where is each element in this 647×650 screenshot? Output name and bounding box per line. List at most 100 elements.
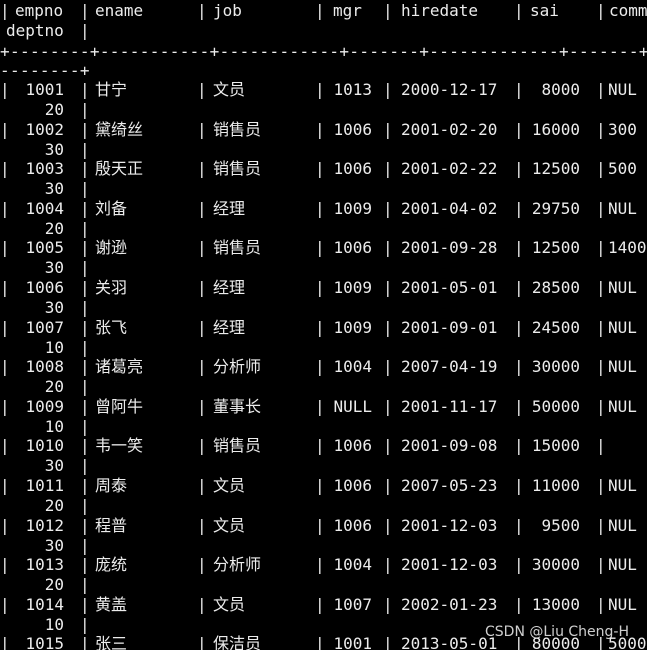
cell-comm: NUL [608,476,637,495]
cell-empno: 1014 [25,595,64,614]
cell-mgr: 1006 [333,476,372,495]
column-separator: | [197,238,207,257]
cell-empno: 1004 [25,199,64,218]
cell-hiredate: 2001-11-17 [401,397,498,416]
terminal-window: | empno | ename | job | mgr | hiredate |… [0,0,647,650]
column-separator: | [80,496,90,515]
column-separator: | [596,238,606,257]
column-separator: | [80,298,90,317]
column-separator: | [383,397,393,416]
column-separator: | [80,397,90,416]
cell-deptno: 30 [44,179,64,198]
column-separator: | [315,595,325,614]
column-separator: | [514,1,524,20]
cell-deptno: 30 [44,140,64,159]
table-row-wrap: 10 | [0,338,647,358]
cell-job: 文员 [213,476,246,495]
table-row-wrap: 20 | [0,575,647,595]
cell-comm: NUL [608,516,637,535]
column-separator: | [80,575,90,594]
table-row-wrap: 30 | [0,179,647,199]
cell-deptno: 20 [44,219,64,238]
cell-sai: 30000 [531,357,580,376]
cell-mgr: 1004 [333,555,372,574]
cell-comm: NUL [608,80,637,99]
cell-deptno: 30 [44,258,64,277]
column-separator: | [197,318,207,337]
cell-ename: 周泰 [95,476,128,495]
cell-job: 保洁员 [213,634,262,650]
column-separator: | [596,278,606,297]
cell-hiredate: 2001-04-02 [401,199,498,218]
cell-mgr: NULL [333,397,372,416]
column-separator: | [315,80,325,99]
column-separator: | [0,555,10,574]
column-separator: | [0,238,10,257]
column-separator: | [80,436,90,455]
column-separator: | [80,338,90,357]
cell-comm: NUL [608,318,637,337]
column-separator: | [315,436,325,455]
column-separator: | [383,120,393,139]
table-row: | 1012 | 程普 | 文员 | 1006 | 2001-12-03 | 9500 | NUL [0,516,647,536]
cell-sai: 30000 [531,555,580,574]
column-separator: | [0,634,10,650]
column-separator: | [315,476,325,495]
column-separator: | [596,436,606,455]
cell-mgr: 1006 [333,238,372,257]
column-separator: | [197,357,207,376]
column-separator: | [383,238,393,257]
column-separator: | [383,80,393,99]
column-separator: | [596,555,606,574]
cell-deptno: 30 [44,456,64,475]
cell-deptno: 20 [44,377,64,396]
table-row-wrap: 30 | [0,140,647,160]
header-deptno: deptno [6,21,64,40]
column-separator: | [0,516,10,535]
table-row-wrap: 20 | [0,377,647,397]
column-separator: | [0,357,10,376]
cell-sai: 11000 [531,476,580,495]
cell-ename: 庞统 [95,555,128,574]
cell-hiredate: 2001-12-03 [401,516,498,535]
column-separator: | [383,159,393,178]
column-separator: | [80,140,90,159]
column-separator: | [80,238,90,257]
cell-empno: 1015 [25,634,64,650]
column-separator: | [197,634,207,650]
column-separator: | [383,595,393,614]
cell-deptno: 30 [44,298,64,317]
column-separator: | [596,318,606,337]
table-row-wrap: 30 | [0,258,647,278]
column-separator: | [0,476,10,495]
column-separator: | [197,199,207,218]
cell-comm: NUL [608,397,637,416]
cell-hiredate: 2001-05-01 [401,278,498,297]
cell-ename: 韦一笑 [95,436,144,455]
table-row-wrap: 10 | [0,417,647,437]
column-separator: | [383,634,393,650]
table-row-wrap: 30 | [0,298,647,318]
column-separator: | [80,278,90,297]
column-separator: | [0,159,10,178]
cell-sai: 16000 [531,120,580,139]
cell-deptno: 20 [44,575,64,594]
cell-ename: 殷天正 [95,159,144,178]
column-separator: | [0,278,10,297]
column-separator: | [0,318,10,337]
cell-job: 经理 [213,199,246,218]
table-row-wrap: 20 | [0,100,647,120]
column-separator: | [383,199,393,218]
column-separator: | [0,1,10,20]
table-header-row-wrap: deptno | [0,21,647,41]
column-separator: | [0,397,10,416]
table-row: | 1006 | 关羽 | 经理 | 1009 | 2001-05-01 | 28500 | NUL [0,278,647,298]
table-row: | 1007 | 张飞 | 经理 | 1009 | 2001-09-01 | 24500 | NUL [0,318,647,338]
cell-mgr: 1001 [333,634,372,650]
column-separator: | [315,1,325,20]
watermark-text: CSDN @Liu Cheng-H [485,624,629,640]
column-separator: | [197,120,207,139]
column-separator: | [0,120,10,139]
cell-hiredate: 2001-09-08 [401,436,498,455]
cell-hiredate: 2000-12-17 [401,80,498,99]
